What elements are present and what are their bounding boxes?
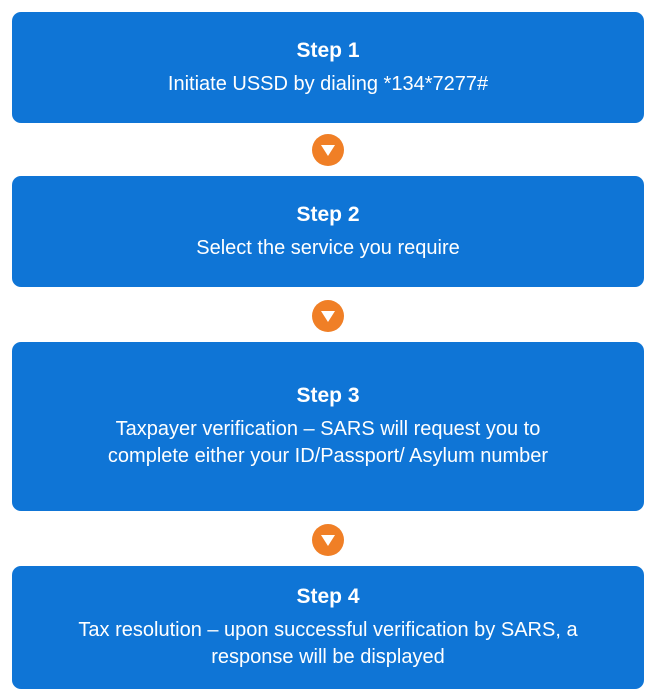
- step-2-description: Select the service you require: [196, 236, 460, 259]
- step-1-box: Step 1 Initiate USSD by dialing *134*727…: [12, 12, 644, 123]
- step-1-title: Step 1: [296, 38, 360, 62]
- down-triangle-icon: [312, 134, 344, 166]
- step-4-title: Step 4: [296, 585, 360, 608]
- down-triangle-icon: [312, 300, 344, 332]
- step-1-description: Initiate USSD by dialing *134*7277#: [167, 72, 489, 95]
- down-triangle-icon: [312, 524, 344, 556]
- step-3-box: Step 3 Taxpayer verification – SARS will…: [12, 342, 644, 511]
- step-3-title: Step 3: [296, 384, 360, 407]
- step-2-title: Step 2: [296, 202, 360, 226]
- ussd-steps-flowchart: Step 1 Initiate USSD by dialing *134*727…: [0, 0, 656, 700]
- step-3-description: Taxpayer verification – SARS will reques…: [107, 418, 549, 467]
- step-2-box: Step 2 Select the service you require: [12, 176, 644, 287]
- step-4-box: Step 4 Tax resolution – upon successful …: [12, 566, 644, 689]
- step-4-description: Tax resolution – upon successful verific…: [78, 619, 578, 668]
